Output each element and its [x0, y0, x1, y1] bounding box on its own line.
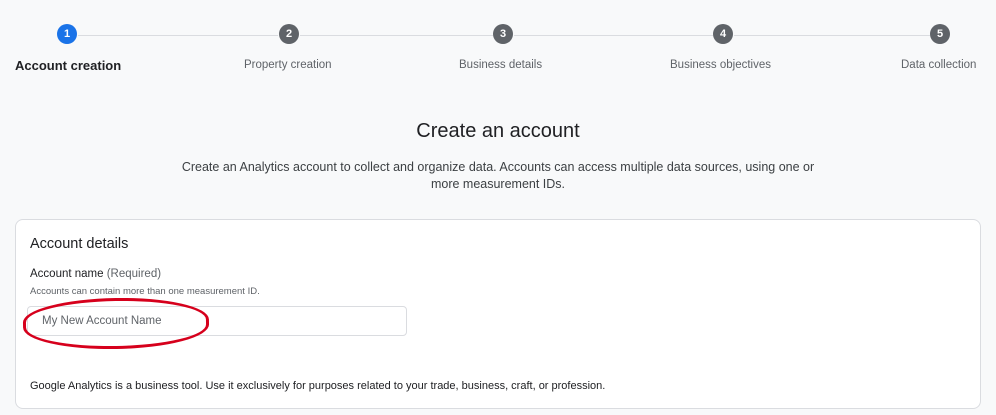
stepper-connector — [734, 35, 930, 36]
account-name-label: Account name (Required) — [30, 268, 161, 280]
step-label: Property creation — [244, 59, 332, 71]
step-number: 3 — [493, 24, 513, 44]
step-label: Account creation — [15, 58, 122, 73]
stepper-connector — [514, 35, 713, 36]
step-number: 2 — [279, 24, 299, 44]
stepper-connector — [300, 35, 493, 36]
progress-stepper: 1 Account creation 2 Property creation 3… — [0, 0, 996, 90]
step-number: 4 — [713, 24, 733, 44]
account-name-input[interactable] — [27, 306, 407, 336]
step-number: 1 — [57, 24, 77, 44]
page-description: Create an Analytics account to collect a… — [181, 160, 815, 191]
step-label: Business details — [459, 59, 543, 71]
card-title: Account details — [30, 236, 129, 252]
step-number: 5 — [930, 24, 950, 44]
account-details-card: Account details Account name (Required) … — [15, 219, 981, 409]
page-title: Create an account — [416, 120, 580, 142]
step-label: Business objectives — [670, 59, 771, 71]
step-label: Data collection — [901, 59, 977, 71]
business-use-notice: Google Analytics is a business tool. Use… — [30, 380, 606, 392]
required-marker: (Required) — [106, 268, 162, 280]
stepper-connector — [78, 35, 278, 36]
account-name-hint: Accounts can contain more than one measu… — [30, 286, 260, 297]
account-name-label-text: Account name — [30, 268, 104, 280]
